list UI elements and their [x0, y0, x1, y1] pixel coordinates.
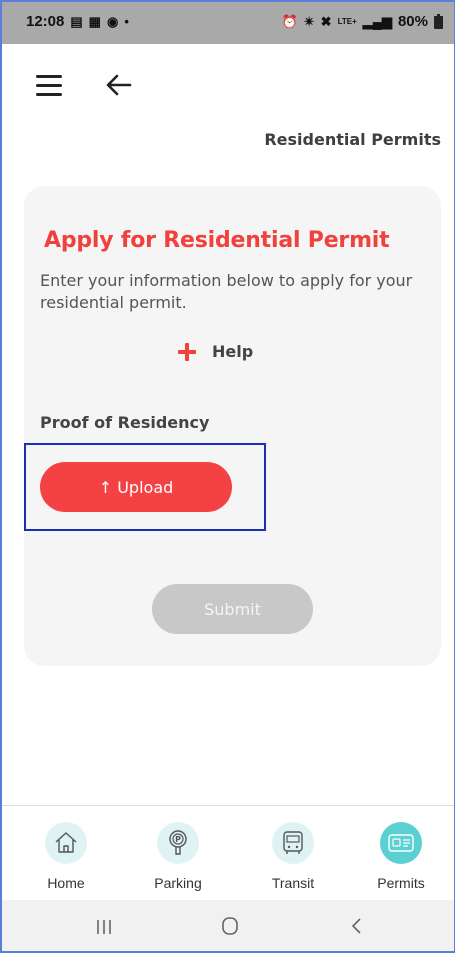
svg-text:P: P [175, 835, 181, 844]
dot-icon: • [124, 14, 129, 29]
network-type: LTE+ [337, 17, 357, 26]
bottom-nav: Home P Parking Transit Permits [0, 805, 455, 900]
clock-icon: ◉ [106, 13, 119, 29]
status-right: ⏰ ✴ ✖ LTE+ ▂▄▆ 80% [282, 13, 443, 30]
status-time: 12:08 [26, 13, 65, 30]
form-title: Apply for Residential Permit [44, 228, 390, 253]
system-nav-bar [0, 900, 455, 953]
nav-parking[interactable]: P Parking [138, 822, 218, 891]
submit-button[interactable]: Submit [152, 584, 313, 634]
nav-permits[interactable]: Permits [361, 822, 441, 891]
status-bar: 12:08 ▤ ▦ ◉ • ⏰ ✴ ✖ LTE+ ▂▄▆ 80% [0, 0, 455, 44]
mute-icon: ✖ [320, 13, 332, 29]
back-arrow-icon[interactable] [104, 70, 134, 100]
nav-parking-label: Parking [154, 875, 202, 891]
proof-of-residency-label: Proof of Residency [40, 413, 210, 432]
bus-icon [272, 822, 314, 864]
page-title: Residential Permits [264, 130, 441, 149]
signal-icon: ▂▄▆ [362, 13, 392, 29]
bluetooth-icon: ✴ [303, 13, 315, 29]
back-button-icon[interactable] [350, 917, 362, 939]
form-description: Enter your information below to apply fo… [40, 271, 413, 312]
nav-home-label: Home [47, 875, 85, 891]
permit-form-card: Apply for Residential Permit Enter your … [24, 186, 441, 666]
nav-transit[interactable]: Transit [253, 822, 333, 891]
upload-label: ↑ Upload [98, 477, 174, 497]
nav-permits-label: Permits [377, 875, 425, 891]
submit-label: Submit [204, 599, 261, 619]
nav-home[interactable]: Home [26, 822, 106, 891]
hamburger-menu-icon[interactable] [36, 75, 62, 96]
home-button-icon[interactable] [220, 916, 240, 940]
plus-icon [178, 342, 196, 361]
help-button[interactable]: Help [178, 342, 253, 361]
recent-apps-icon[interactable] [96, 918, 112, 940]
gallery-icon: ▤ [70, 13, 83, 29]
nav-transit-label: Transit [271, 875, 315, 891]
battery-icon [434, 14, 443, 29]
home-icon [45, 822, 87, 864]
help-label: Help [212, 342, 254, 361]
news-icon: ▦ [88, 13, 101, 29]
app-bar [0, 44, 455, 128]
upload-button[interactable]: ↑ Upload [40, 462, 232, 512]
battery-percent: 80% [397, 13, 428, 30]
parking-meter-icon: P [157, 822, 199, 864]
id-card-icon [380, 822, 422, 864]
status-left: 12:08 ▤ ▦ ◉ • [26, 13, 129, 30]
alarm-icon: ⏰ [281, 13, 298, 29]
